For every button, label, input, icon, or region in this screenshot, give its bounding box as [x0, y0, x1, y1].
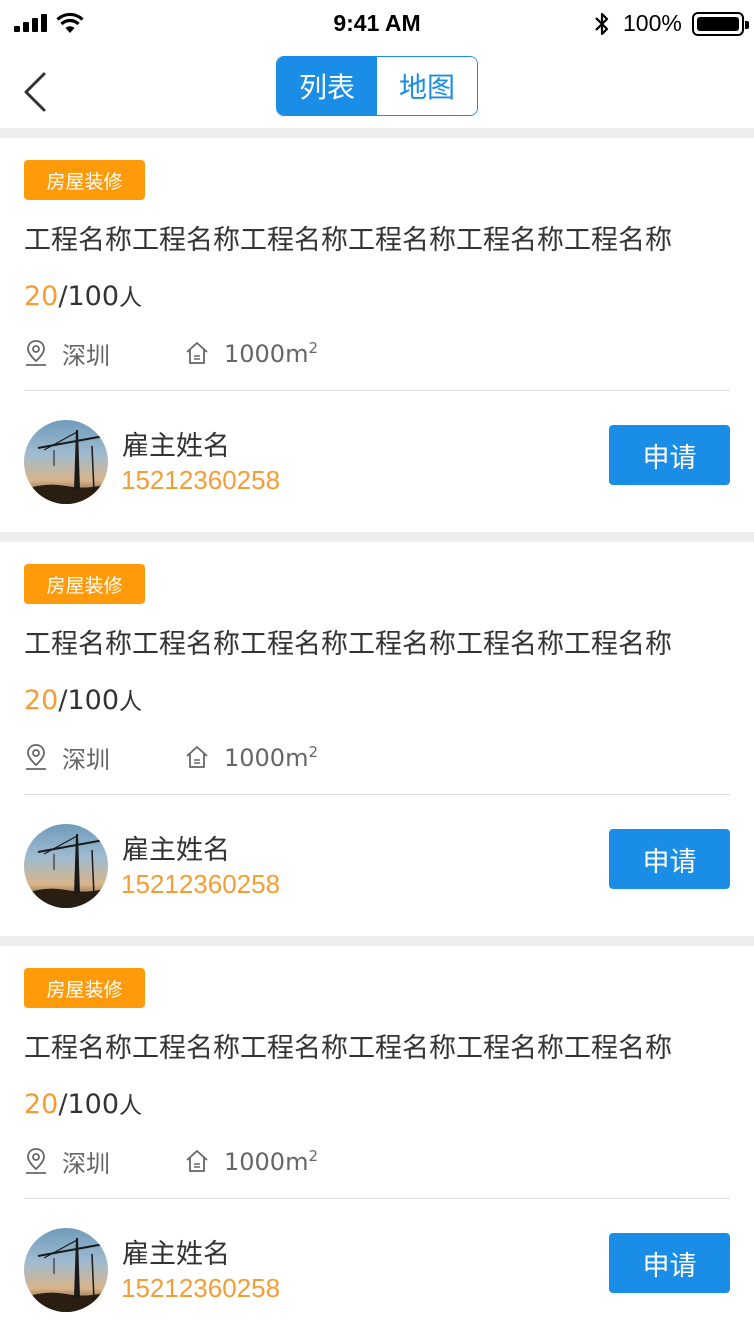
- employer-phone[interactable]: 15212360258: [121, 1273, 280, 1304]
- project-title: 工程名称工程名称工程名称工程名称工程名称工程名称: [24, 629, 672, 660]
- project-title: 工程名称工程名称工程名称工程名称工程名称工程名称: [24, 225, 672, 256]
- divider: [24, 794, 730, 795]
- battery-icon: [692, 12, 749, 36]
- headcount: 20/100人: [24, 1086, 142, 1120]
- employer-name: 雇主姓名: [122, 1239, 230, 1270]
- apply-button[interactable]: 申请: [609, 425, 730, 485]
- location-pin-icon: [26, 744, 46, 770]
- area-text: 1000m2: [224, 338, 319, 368]
- employer-name: 雇主姓名: [122, 431, 230, 462]
- status-bar: 9:41 AM 100%: [0, 0, 754, 48]
- location: 深圳: [24, 742, 110, 774]
- house-icon: [186, 746, 208, 768]
- apply-button[interactable]: 申请: [609, 829, 730, 889]
- headcount: 20/100人: [24, 278, 142, 312]
- location: 深圳: [24, 338, 110, 370]
- area-text: 1000m2: [224, 1146, 319, 1176]
- area: 1000m2: [184, 1146, 318, 1176]
- area: 1000m2: [184, 742, 318, 772]
- divider: [24, 390, 730, 391]
- project-title: 工程名称工程名称工程名称工程名称工程名称工程名称: [24, 1033, 672, 1064]
- project-list: 房屋装修 工程名称工程名称工程名称工程名称工程名称工程名称 20/100人 深圳…: [0, 128, 754, 1335]
- location-text: 深圳: [62, 745, 110, 774]
- crane-photo-icon: [24, 430, 108, 504]
- avatar: [24, 420, 108, 504]
- house-icon: [186, 342, 208, 364]
- tab-list[interactable]: 列表: [277, 57, 377, 115]
- project-card[interactable]: 房屋装修 工程名称工程名称工程名称工程名称工程名称工程名称 20/100人 深圳…: [0, 138, 754, 532]
- headcount-current: 20: [24, 685, 59, 716]
- bluetooth-icon: [595, 12, 609, 36]
- employer-phone[interactable]: 15212360258: [121, 465, 280, 496]
- headcount-total: /100: [58, 281, 119, 312]
- category-tag: 房屋装修: [24, 564, 145, 604]
- chevron-left-icon[interactable]: [20, 70, 50, 114]
- headcount-unit: 人: [119, 285, 142, 311]
- employer-name: 雇主姓名: [122, 835, 230, 866]
- tab-map[interactable]: 地图: [377, 57, 477, 115]
- crane-photo-icon: [24, 834, 108, 908]
- area: 1000m2: [184, 338, 318, 368]
- headcount: 20/100人: [24, 682, 142, 716]
- location-pin-icon: [26, 1148, 46, 1174]
- location-text: 深圳: [62, 1149, 110, 1178]
- nav-bar: 列表 地图: [0, 48, 754, 128]
- location-text: 深圳: [62, 341, 110, 370]
- category-tag: 房屋装修: [24, 160, 145, 200]
- headcount-total: /100: [58, 1089, 119, 1120]
- headcount-unit: 人: [119, 1093, 142, 1119]
- headcount-total: /100: [58, 685, 119, 716]
- category-tag: 房屋装修: [24, 968, 145, 1008]
- section-separator: [0, 532, 754, 542]
- location-pin-icon: [26, 340, 46, 366]
- view-toggle: 列表 地图: [276, 56, 478, 116]
- headcount-current: 20: [24, 281, 59, 312]
- section-separator: [0, 936, 754, 946]
- avatar: [24, 824, 108, 908]
- location: 深圳: [24, 1146, 110, 1178]
- divider: [24, 1198, 730, 1199]
- area-text: 1000m2: [224, 742, 319, 772]
- project-card[interactable]: 房屋装修 工程名称工程名称工程名称工程名称工程名称工程名称 20/100人 深圳…: [0, 946, 754, 1335]
- headcount-unit: 人: [119, 689, 142, 715]
- project-card[interactable]: 房屋装修 工程名称工程名称工程名称工程名称工程名称工程名称 20/100人 深圳…: [0, 542, 754, 936]
- apply-button[interactable]: 申请: [609, 1233, 730, 1293]
- section-separator: [0, 128, 754, 138]
- house-icon: [186, 1150, 208, 1172]
- crane-photo-icon: [24, 1238, 108, 1312]
- battery-percentage: 100%: [623, 10, 682, 36]
- headcount-current: 20: [24, 1089, 59, 1120]
- avatar: [24, 1228, 108, 1312]
- employer-phone[interactable]: 15212360258: [121, 869, 280, 900]
